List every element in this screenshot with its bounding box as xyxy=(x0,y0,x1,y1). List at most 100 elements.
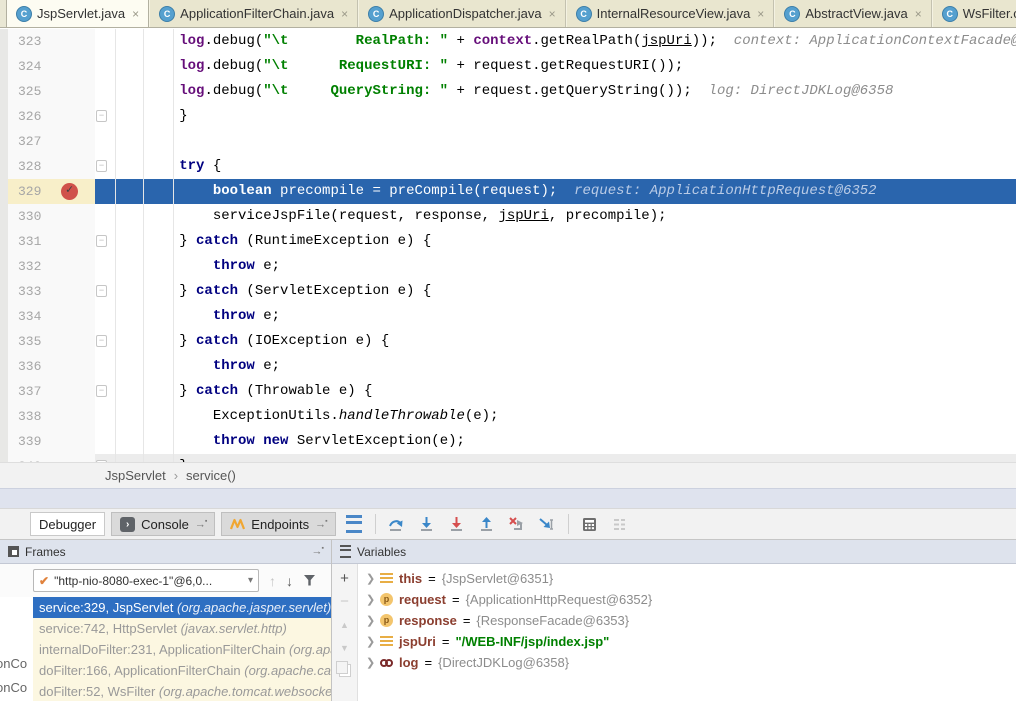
breakpoint-icon[interactable]: ✓ xyxy=(61,183,78,200)
code-line[interactable]: 339 throw new ServletException(e); xyxy=(0,429,1016,454)
code-line[interactable]: 331 } catch (RuntimeException e) {− xyxy=(0,229,1016,254)
line-number-gutter[interactable]: 327 xyxy=(0,129,95,154)
code-line-content[interactable]: throw new ServletException(e); xyxy=(95,429,1016,454)
variable-row[interactable]: ❯this = {JspServlet@6351} xyxy=(358,568,1016,589)
code-line-content[interactable]: log.debug("\t QueryString: " + request.g… xyxy=(95,79,1016,104)
code-line[interactable]: 324 log.debug("\t RequestURI: " + reques… xyxy=(0,54,1016,79)
thread-selector[interactable]: ✔ "http-nio-8080-exec-1"@6,0... ▾ xyxy=(33,569,259,592)
line-number-gutter[interactable]: 328 xyxy=(0,154,95,179)
close-icon[interactable]: × xyxy=(132,7,139,21)
close-icon[interactable]: × xyxy=(915,7,922,21)
fold-marker-icon[interactable]: − xyxy=(96,385,107,397)
line-number-gutter[interactable]: 334 xyxy=(0,304,95,329)
splitter-band[interactable] xyxy=(0,488,1016,508)
frame-row[interactable]: doFilter:166, ApplicationFilterChain (or… xyxy=(33,660,331,681)
code-line-content[interactable]: } catch (Throwable e) { xyxy=(95,379,1016,404)
variable-row[interactable]: ❯jspUri = "/WEB-INF/jsp/index.jsp" xyxy=(358,631,1016,652)
prev-frame-icon[interactable]: ↑ xyxy=(269,574,276,588)
code-line[interactable]: 336 throw e; xyxy=(0,354,1016,379)
code-line[interactable]: 340 }− xyxy=(0,454,1016,462)
breadcrumb-class[interactable]: JspServlet xyxy=(105,468,166,483)
editor-tab[interactable]: CInternalResourceView.java× xyxy=(566,0,775,27)
variable-row[interactable]: ❯log = {DirectJDKLog@6358} xyxy=(358,652,1016,673)
code-line-content[interactable]: log.debug("\t RequestURI: " + request.ge… xyxy=(95,54,1016,79)
code-line-content[interactable]: } xyxy=(95,104,1016,129)
line-number-gutter[interactable]: 333 xyxy=(0,279,95,304)
code-line[interactable]: 325 log.debug("\t QueryString: " + reque… xyxy=(0,79,1016,104)
code-line[interactable]: 333 } catch (ServletException e) {− xyxy=(0,279,1016,304)
fold-marker-icon[interactable]: − xyxy=(96,110,107,122)
line-number-gutter[interactable]: 329✓ xyxy=(0,179,95,204)
editor-tab[interactable]: CApplicationFilterChain.java× xyxy=(149,0,358,27)
code-line-content[interactable]: throw e; xyxy=(95,354,1016,379)
editor-tab[interactable]: CJspServlet.java× xyxy=(6,0,149,27)
code-line-content[interactable]: } catch (IOException e) { xyxy=(95,329,1016,354)
code-line[interactable]: 328 try {− xyxy=(0,154,1016,179)
expand-chevron-icon[interactable]: ❯ xyxy=(366,593,374,606)
expand-chevron-icon[interactable]: ❯ xyxy=(366,635,374,648)
code-line[interactable]: 332 throw e; xyxy=(0,254,1016,279)
line-number-gutter[interactable]: 330 xyxy=(0,204,95,229)
close-icon[interactable]: × xyxy=(757,7,764,21)
line-number-gutter[interactable]: 326 xyxy=(0,104,95,129)
fold-marker-icon[interactable]: − xyxy=(96,160,107,172)
frame-row[interactable]: internalDoFilter:231, ApplicationFilterC… xyxy=(33,639,331,660)
breadcrumb-method[interactable]: service() xyxy=(186,468,236,483)
code-line-content[interactable]: throw e; xyxy=(95,304,1016,329)
tool-tab-debugger[interactable]: Debugger xyxy=(30,512,105,536)
fold-marker-icon[interactable]: − xyxy=(96,460,107,462)
drop-frame-icon[interactable] xyxy=(505,512,529,536)
line-number-gutter[interactable]: 325 xyxy=(0,79,95,104)
code-line-content[interactable]: boolean precompile = preCompile(request)… xyxy=(95,179,1016,204)
code-line-content[interactable]: } catch (RuntimeException e) { xyxy=(95,229,1016,254)
line-number-gutter[interactable]: 332 xyxy=(0,254,95,279)
code-line[interactable]: 326 }− xyxy=(0,104,1016,129)
code-line-content[interactable]: throw e; xyxy=(95,254,1016,279)
code-line-content[interactable]: ExceptionUtils.handleThrowable(e); xyxy=(95,404,1016,429)
frame-row[interactable]: doFilter:52, WsFilter (org.apache.tomcat… xyxy=(33,681,331,701)
code-line-content[interactable]: try { xyxy=(95,154,1016,179)
editor-tab[interactable]: CApplicationDispatcher.java× xyxy=(358,0,566,27)
code-line[interactable]: 338 ExceptionUtils.handleThrowable(e); xyxy=(0,404,1016,429)
line-number-gutter[interactable]: 323 xyxy=(0,29,95,54)
line-number-gutter[interactable]: 331 xyxy=(0,229,95,254)
layout-menu-icon[interactable] xyxy=(342,512,366,536)
expand-chevron-icon[interactable]: ❯ xyxy=(366,614,374,627)
fold-marker-icon[interactable]: − xyxy=(96,285,107,297)
editor-tab[interactable]: CWsFilter.class× xyxy=(932,0,1016,27)
step-over-icon[interactable] xyxy=(385,512,409,536)
line-number-gutter[interactable]: 324 xyxy=(0,54,95,79)
code-line-content[interactable] xyxy=(95,129,1016,154)
frame-row[interactable]: service:742, HttpServlet (javax.servlet.… xyxy=(33,618,331,639)
line-number-gutter[interactable]: 335 xyxy=(0,329,95,354)
force-step-into-icon[interactable] xyxy=(445,512,469,536)
code-line[interactable]: 337 } catch (Throwable e) {− xyxy=(0,379,1016,404)
variable-row[interactable]: ❯presponse = {ResponseFacade@6353} xyxy=(358,610,1016,631)
run-to-cursor-icon[interactable] xyxy=(535,512,559,536)
line-number-gutter[interactable]: 338 xyxy=(0,404,95,429)
line-number-gutter[interactable]: 340 xyxy=(0,454,95,462)
close-icon[interactable]: × xyxy=(341,7,348,21)
variable-row[interactable]: ❯prequest = {ApplicationHttpRequest@6352… xyxy=(358,589,1016,610)
code-line-content[interactable]: serviceJspFile(request, response, jspUri… xyxy=(95,204,1016,229)
code-line-content[interactable]: log.debug("\t RealPath: " + context.getR… xyxy=(95,29,1016,54)
code-line[interactable]: 323 log.debug("\t RealPath: " + context.… xyxy=(0,29,1016,54)
hide-panel-icon[interactable]: →▪ xyxy=(312,545,323,558)
step-into-icon[interactable] xyxy=(415,512,439,536)
evaluate-expression-icon[interactable] xyxy=(578,512,602,536)
next-frame-icon[interactable]: ↓ xyxy=(286,574,293,588)
step-out-icon[interactable] xyxy=(475,512,499,536)
tool-tab-endpoints[interactable]: Endpoints→▪ xyxy=(221,512,335,536)
tool-tab-console[interactable]: ›Console→▪ xyxy=(111,512,215,536)
code-line[interactable]: 330 serviceJspFile(request, response, js… xyxy=(0,204,1016,229)
fold-marker-icon[interactable]: − xyxy=(96,335,107,347)
code-line-content[interactable]: } xyxy=(95,454,1016,462)
editor-tab[interactable]: CAbstractView.java× xyxy=(774,0,931,27)
code-line-content[interactable]: } catch (ServletException e) { xyxy=(95,279,1016,304)
filter-frames-icon[interactable] xyxy=(303,574,316,587)
expand-chevron-icon[interactable]: ❯ xyxy=(366,572,374,585)
code-editor[interactable]: 323 log.debug("\t RealPath: " + context.… xyxy=(0,29,1016,462)
code-line[interactable]: 329✓ boolean precompile = preCompile(req… xyxy=(0,179,1016,204)
frame-row[interactable]: service:329, JspServlet (org.apache.jasp… xyxy=(33,597,331,618)
code-line[interactable]: 327 xyxy=(0,129,1016,154)
